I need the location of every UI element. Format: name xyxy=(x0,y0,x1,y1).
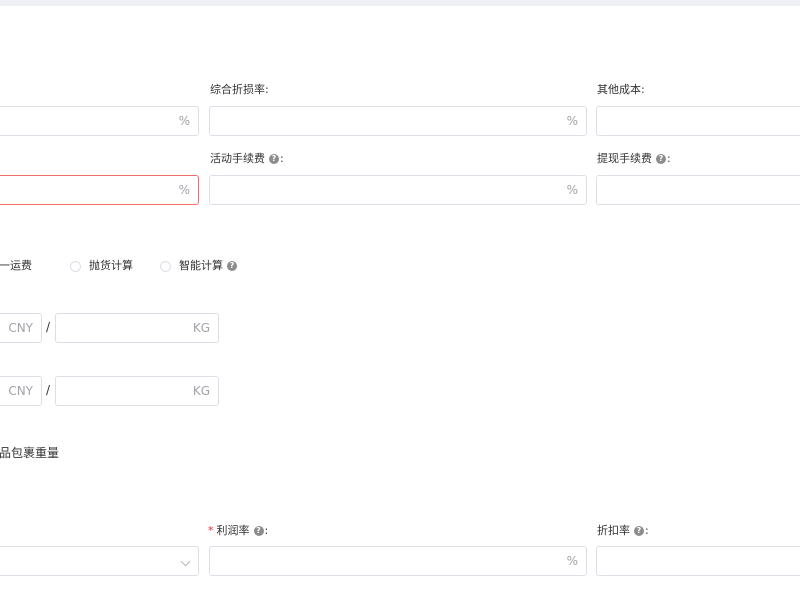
label-colon: : xyxy=(280,152,284,165)
rate-input-1-field[interactable] xyxy=(0,107,198,135)
rate-input-2[interactable]: % xyxy=(0,175,199,205)
percent-suffix: % xyxy=(178,114,190,128)
chevron-down-icon[interactable] xyxy=(180,556,191,567)
percent-suffix: % xyxy=(566,554,578,568)
help-icon[interactable]: ? xyxy=(269,154,279,164)
percent-suffix: % xyxy=(566,183,578,197)
label-colon: : xyxy=(645,524,649,537)
radio-label: 抛货计算 xyxy=(89,259,133,272)
rate-input-1[interactable]: % xyxy=(0,106,199,136)
unit-suffix: KG xyxy=(192,321,210,335)
profit-rate-input[interactable]: % xyxy=(209,546,587,576)
radio-unified-shipping[interactable]: 统一运费 xyxy=(0,259,32,273)
profit-rate-label-text: 利润率 xyxy=(216,524,250,537)
rate-input-2-field[interactable] xyxy=(0,176,198,204)
other-cost-label: 其他成本: xyxy=(597,83,645,96)
weight-input-1[interactable]: KG xyxy=(55,313,219,343)
help-icon[interactable]: ? xyxy=(634,526,644,536)
help-icon[interactable]: ? xyxy=(656,154,666,164)
weight-input-2[interactable]: KG xyxy=(55,376,219,406)
top-bar xyxy=(0,0,800,6)
package-weight-label: 品包裹重量 xyxy=(0,446,60,460)
other-cost-input[interactable] xyxy=(596,106,800,136)
withdraw-fee-label: 提现手续费?: xyxy=(597,152,671,166)
radio-label: 统一运费 xyxy=(0,259,32,272)
radio-label: 智能计算 xyxy=(179,259,223,272)
help-icon[interactable]: ? xyxy=(253,526,264,536)
percent-suffix: % xyxy=(566,114,578,128)
profit-rate-label: * 利润率?: xyxy=(208,524,268,538)
radio-circle-icon[interactable] xyxy=(160,260,171,272)
comprehensive-loss-rate-input[interactable]: % xyxy=(209,106,587,136)
discount-rate-label: 折扣率?: xyxy=(597,524,649,538)
profit-rate-field[interactable] xyxy=(210,547,586,575)
withdraw-fee-label-text: 提现手续费 xyxy=(597,152,652,165)
radio-circle-icon[interactable] xyxy=(70,260,81,272)
separator: / xyxy=(46,383,51,397)
discount-rate-field[interactable] xyxy=(597,547,800,575)
currency-suffix: CNY xyxy=(8,384,33,398)
select-dropdown[interactable] xyxy=(0,546,199,576)
activity-fee-input[interactable]: % xyxy=(209,175,587,205)
withdraw-fee-field[interactable] xyxy=(597,176,800,204)
price-input-1[interactable]: CNY xyxy=(0,313,42,343)
discount-rate-input[interactable] xyxy=(596,546,800,576)
radio-smart-calc[interactable]: 智能计算? xyxy=(160,259,237,273)
comprehensive-loss-rate-field[interactable] xyxy=(210,107,586,135)
other-cost-field[interactable] xyxy=(597,107,800,135)
separator: / xyxy=(46,320,51,334)
activity-fee-label-text: 活动手续费 xyxy=(210,152,265,165)
unit-suffix: KG xyxy=(192,384,210,398)
activity-fee-field[interactable] xyxy=(210,176,586,204)
percent-suffix: % xyxy=(178,183,190,197)
help-icon[interactable]: ? xyxy=(227,261,237,271)
activity-fee-label: 活动手续费?: xyxy=(210,152,284,166)
price-input-2[interactable]: CNY xyxy=(0,376,42,406)
label-colon: : xyxy=(667,152,671,165)
withdraw-fee-input[interactable] xyxy=(596,175,800,205)
required-mark: * xyxy=(208,524,214,537)
currency-suffix: CNY xyxy=(8,321,33,335)
comprehensive-loss-rate-label: 综合折损率: xyxy=(210,83,269,96)
label-colon: : xyxy=(264,524,269,537)
discount-rate-label-text: 折扣率 xyxy=(597,524,630,537)
radio-volumetric[interactable]: 抛货计算 xyxy=(70,259,133,273)
